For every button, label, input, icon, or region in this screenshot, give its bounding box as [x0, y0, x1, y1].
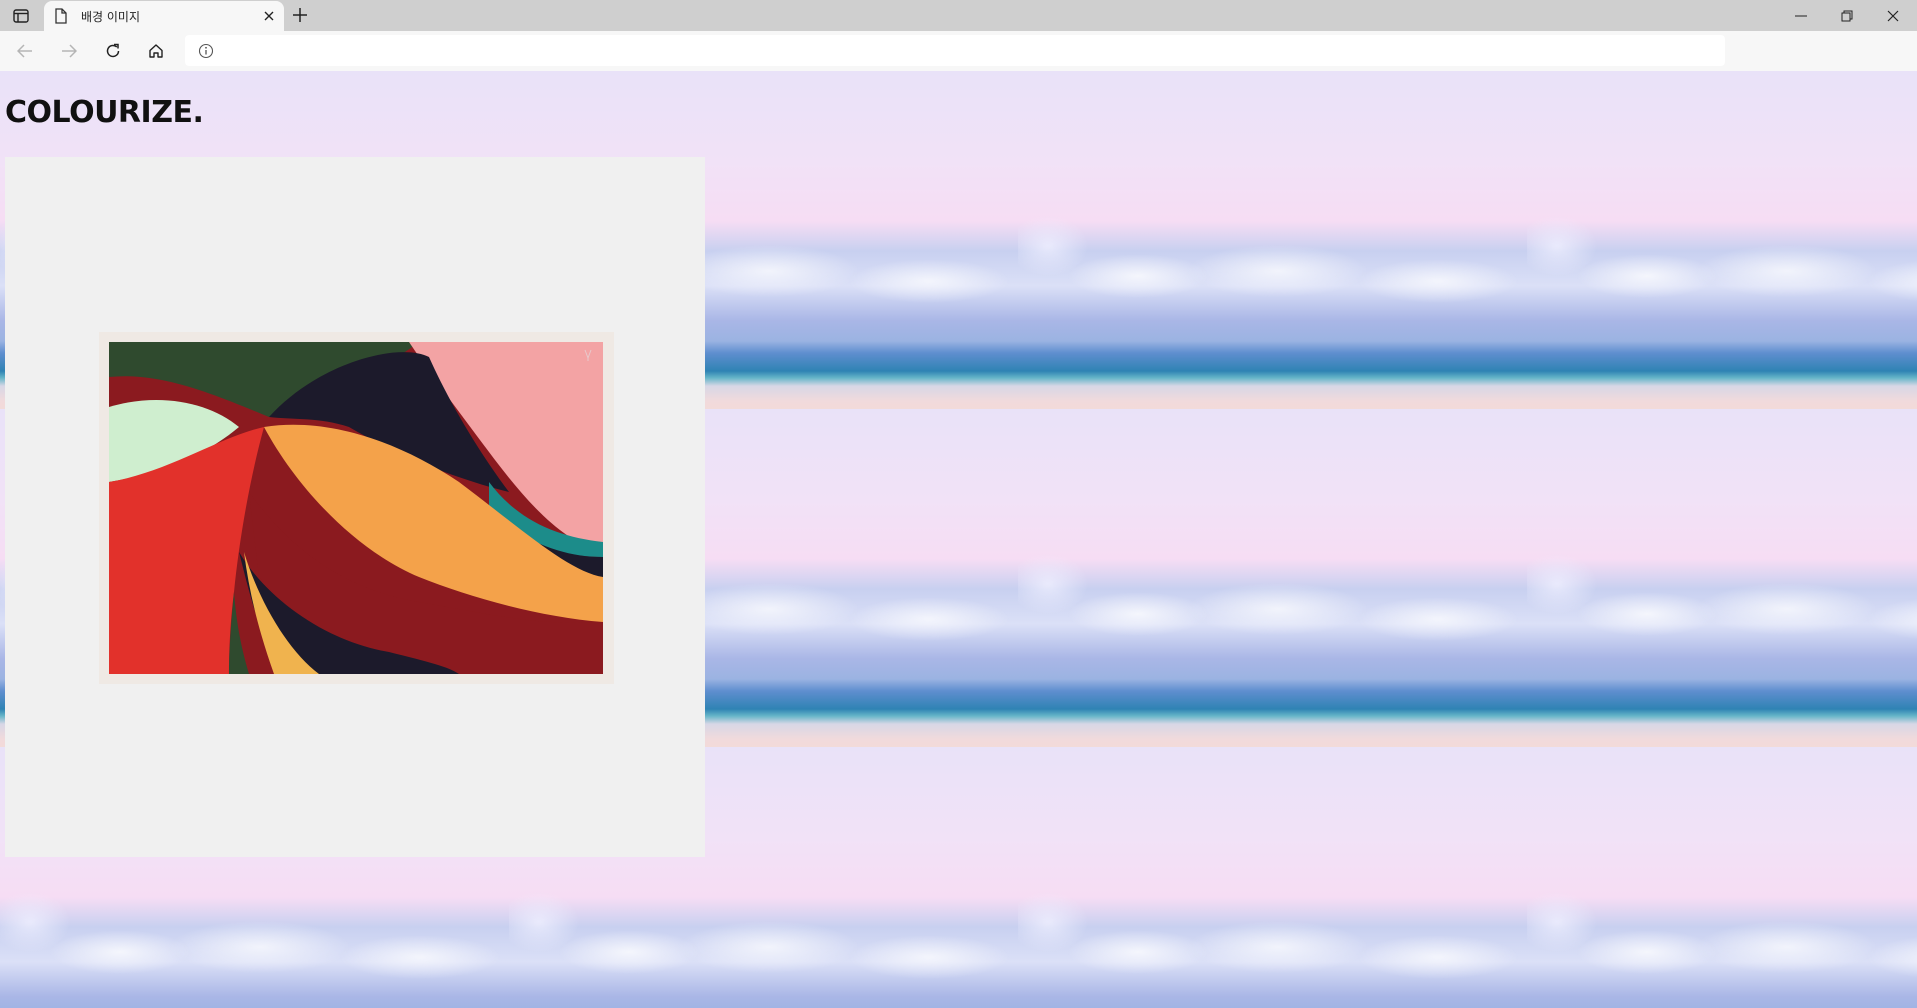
page-viewport: COLOURIZE. — [0, 71, 1917, 1008]
close-icon[interactable] — [263, 9, 275, 27]
page-title: COLOURIZE. — [5, 95, 204, 130]
minimize-icon[interactable] — [1778, 0, 1824, 31]
back-arrow-icon[interactable] — [12, 38, 38, 64]
home-icon[interactable] — [143, 38, 169, 64]
tab-bar: 배경 이미지 — [0, 0, 1917, 31]
close-window-icon[interactable] — [1870, 0, 1916, 31]
info-icon[interactable] — [198, 43, 214, 64]
tab-actions-icon[interactable] — [6, 3, 35, 29]
forward-arrow-icon[interactable] — [56, 38, 82, 64]
active-tab[interactable]: 배경 이미지 — [44, 1, 284, 31]
image-panel — [5, 157, 705, 857]
restore-icon[interactable] — [1824, 0, 1870, 31]
plus-icon[interactable] — [292, 7, 308, 28]
reload-icon[interactable] — [100, 38, 126, 64]
abstract-painting — [99, 332, 614, 684]
navigation-toolbar — [0, 31, 1917, 72]
tab-title: 배경 이미지 — [81, 10, 141, 24]
address-bar[interactable] — [185, 35, 1725, 66]
page-icon — [54, 8, 68, 29]
